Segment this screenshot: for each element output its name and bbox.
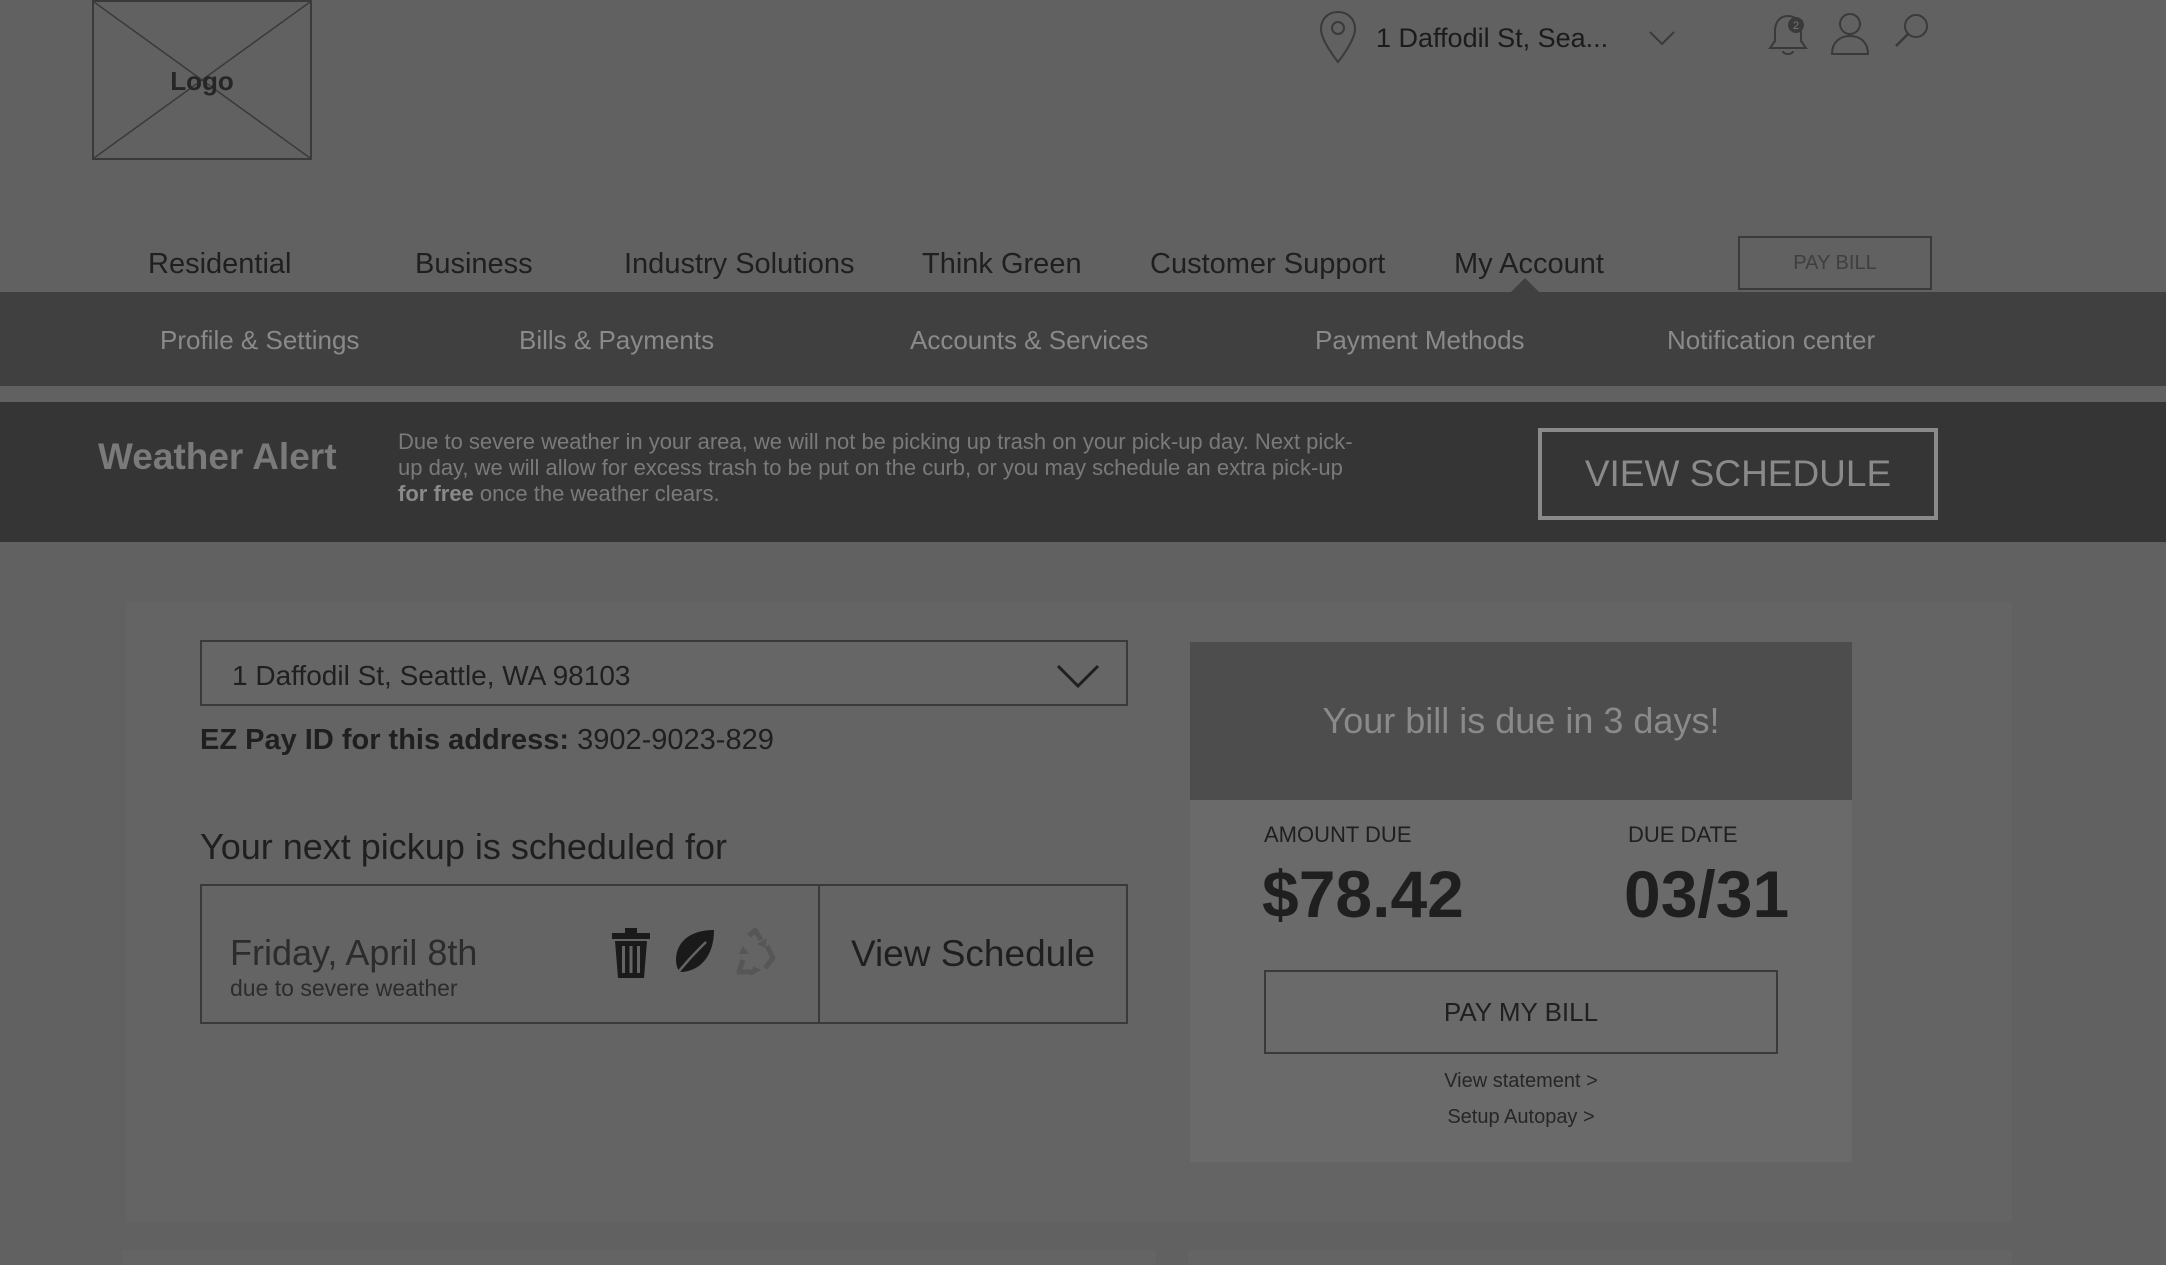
nav-think-green[interactable]: Think Green	[922, 248, 1082, 281]
view-statement-link[interactable]: View statement >	[1264, 1070, 1778, 1093]
location-text: 1 Daffodil St, Sea...	[1376, 22, 1609, 53]
weather-alert-title: Weather Alert	[98, 436, 337, 477]
logo[interactable]: Logo	[92, 0, 312, 160]
bill-due-message: Your bill is due in 3 days!	[1322, 700, 1720, 741]
ezpay-id-value: 3902-9023-829	[577, 724, 774, 756]
bell-icon[interactable]: 2	[1764, 8, 1812, 60]
search-icon[interactable]	[1888, 8, 1936, 60]
subnav-accounts-services[interactable]: Accounts & Services	[910, 325, 1148, 356]
amount-due-value: $78.42	[1262, 857, 1464, 931]
nav-residential[interactable]: Residential	[148, 248, 291, 281]
address-dropdown[interactable]: 1 Daffodil St, Seattle, WA 98103	[200, 640, 1128, 706]
active-nav-caret	[1510, 278, 1540, 293]
trash-icon	[612, 928, 650, 978]
map-pin-icon	[1319, 10, 1357, 64]
due-date-value: 03/31	[1624, 857, 1790, 931]
recycle-icon	[736, 927, 776, 976]
nav-pay-bill-button[interactable]: PAY BILL	[1738, 236, 1932, 290]
location-selector[interactable]: 1 Daffodil St, Sea...	[1316, 2, 1696, 74]
nav-customer-support[interactable]: Customer Support	[1150, 248, 1385, 281]
view-schedule-button[interactable]: View Schedule	[820, 886, 1126, 1022]
subnav-profile-settings[interactable]: Profile & Settings	[160, 325, 359, 356]
ezpay-id: EZ Pay ID for this address: 3902-9023-82…	[200, 724, 774, 757]
pickup-note: due to severe weather	[230, 975, 458, 1001]
nav-business[interactable]: Business	[415, 248, 533, 281]
leaf-icon	[672, 930, 714, 979]
address-dropdown-value: 1 Daffodil St, Seattle, WA 98103	[232, 660, 631, 691]
pay-my-bill-button[interactable]: PAY MY BILL	[1264, 970, 1778, 1054]
ezpay-id-label: EZ Pay ID for this address:	[200, 724, 570, 756]
next-pickup-heading: Your next pickup is scheduled for	[200, 826, 727, 867]
chevron-down-icon	[1056, 664, 1100, 689]
setup-autopay-link[interactable]: Setup Autopay >	[1264, 1106, 1778, 1129]
subnav-notification-center[interactable]: Notification center	[1667, 325, 1875, 356]
notification-count-badge: 2	[1793, 20, 1799, 32]
weather-alert-message: Due to severe weather in your area, we w…	[398, 429, 1353, 506]
user-icon[interactable]	[1826, 8, 1874, 60]
chevron-down-icon	[1649, 31, 1675, 46]
subnav-payment-methods[interactable]: Payment Methods	[1315, 325, 1525, 356]
weather-alert-emphasis: for free	[398, 481, 474, 506]
bottom-card-left	[122, 1250, 1156, 1265]
subnav-bills-payments[interactable]: Bills & Payments	[519, 325, 714, 356]
amount-due-label: AMOUNT DUE	[1264, 822, 1412, 847]
logo-text: Logo	[170, 66, 234, 96]
nav-my-account[interactable]: My Account	[1454, 248, 1604, 281]
view-schedule-alert-button[interactable]: VIEW SCHEDULE	[1538, 428, 1938, 520]
due-date-label: DUE DATE	[1628, 822, 1738, 847]
nav-industry-solutions[interactable]: Industry Solutions	[624, 248, 855, 281]
pickup-date: Friday, April 8th	[230, 932, 478, 973]
bottom-card-right	[1188, 1250, 2012, 1265]
